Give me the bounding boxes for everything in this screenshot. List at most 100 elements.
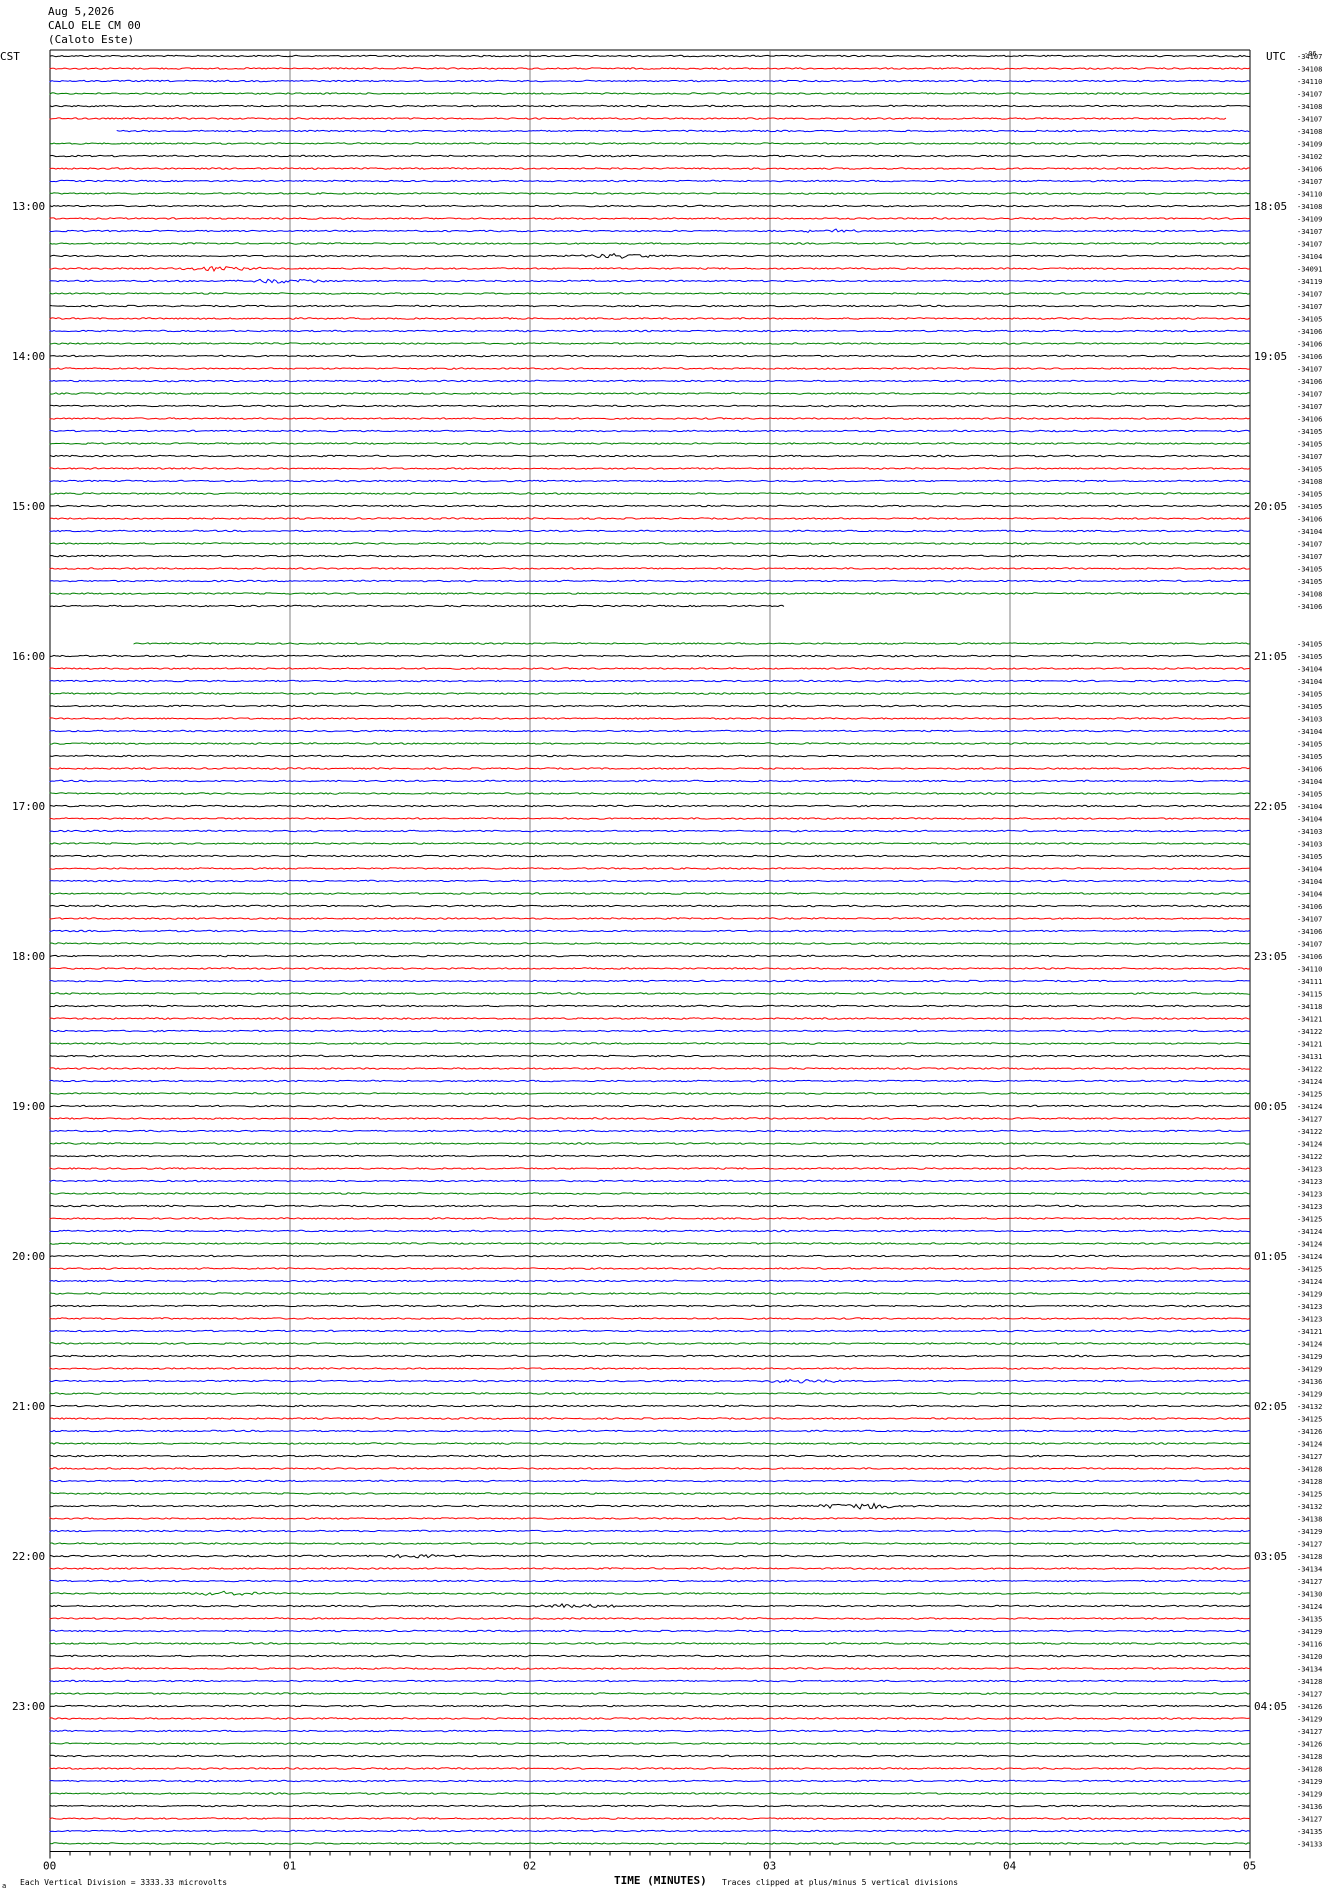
row-offset-label: -34107	[1297, 553, 1322, 561]
row-offset-label: -34106	[1297, 516, 1322, 524]
row-offset-label: -34104	[1297, 816, 1322, 824]
helicorder-plot: 00 01 02 03 04 05 -34107 -34108 -34110 -34107 -341…	[0, 49, 1322, 1890]
left-hour-label: 16:00	[12, 650, 45, 663]
left-hour-label: 13:00	[12, 200, 45, 213]
trace-row	[49, 1704, 1251, 1708]
x-tick-label: 01	[283, 1860, 296, 1873]
trace-row	[49, 717, 1250, 720]
row-offset-label: -34124	[1297, 1253, 1322, 1261]
trace-row	[49, 1590, 1251, 1596]
trace-row	[49, 804, 1251, 808]
trace-row	[133, 642, 1251, 645]
traces	[49, 54, 1251, 1845]
row-offset-label: -34126	[1297, 1703, 1322, 1711]
row-offset-label: -34129	[1297, 1353, 1322, 1361]
trace-row	[49, 1392, 1251, 1395]
right-hour-label: 04:05	[1254, 1700, 1287, 1713]
trace-row	[49, 265, 1251, 272]
row-offset-label: -34123	[1297, 1191, 1322, 1199]
trace-row	[49, 1417, 1251, 1420]
row-offset-label: -34108	[1297, 128, 1322, 136]
row-offset-label: -34122	[1297, 1028, 1322, 1036]
trace-row	[49, 1067, 1251, 1070]
right-hour-label: 02:05	[1254, 1400, 1287, 1413]
x-tick-label: 05	[1243, 1860, 1256, 1873]
row-offset-label: -34107	[1297, 303, 1322, 311]
trace-row	[49, 1167, 1251, 1170]
trace-row	[49, 79, 1251, 83]
trace-row	[49, 1317, 1251, 1320]
row-offset-label: -34107	[1297, 291, 1322, 299]
row-offset-label: -34124	[1297, 1341, 1322, 1349]
row-offset-label: -34104	[1297, 803, 1322, 811]
right-hour-label: 20:05	[1254, 500, 1287, 513]
row-offset-label: -34126	[1297, 1741, 1322, 1749]
trace-row	[49, 729, 1251, 733]
x-axis-title: TIME (MINUTES)	[614, 1874, 707, 1887]
trace-row	[49, 1079, 1251, 1083]
trace-row	[49, 217, 1251, 220]
row-offset-label: -34103	[1297, 716, 1322, 724]
left-hour-label: 15:00	[12, 500, 45, 513]
trace-row	[49, 317, 1251, 320]
right-hour-label: 19:05	[1254, 350, 1287, 363]
trace-row	[49, 917, 1251, 920]
left-hour-label: 23:00	[12, 1700, 45, 1713]
row-offset-label: -34125	[1297, 1266, 1322, 1274]
row-offset-label: -34129	[1297, 1366, 1322, 1374]
left-hour-label: 14:00	[12, 350, 45, 363]
labels: 00 01 02 03 04 05 -34107 -34108 -34110 -34107 -341…	[12, 53, 1322, 1873]
trace-row	[49, 167, 1251, 170]
footer-left-note: Each Vertical Division = 3333.33 microvo…	[20, 1878, 227, 1887]
row-offset-label: -34105	[1297, 441, 1322, 449]
row-offset-label: -34128	[1297, 1478, 1322, 1486]
row-offset-label: -34129	[1297, 1628, 1322, 1636]
row-offset-label: -34091	[1297, 266, 1322, 274]
trace-row	[49, 1729, 1251, 1733]
row-offset-label: -34129	[1297, 1716, 1322, 1724]
row-offset-label: -34107	[1297, 941, 1322, 949]
row-offset-label: -34124	[1297, 1141, 1322, 1149]
x-tick-label: 03	[763, 1860, 776, 1873]
trace-row	[49, 1204, 1251, 1208]
trace-row	[49, 1842, 1251, 1845]
row-offset-label: -34105	[1297, 753, 1322, 761]
trace-row	[49, 304, 1251, 308]
trace-row	[49, 517, 1251, 520]
row-offset-label: -34129	[1297, 1391, 1322, 1399]
trace-row	[49, 1754, 1251, 1758]
trace-row	[49, 1242, 1251, 1245]
trace-row	[49, 1829, 1251, 1833]
trace-row	[49, 992, 1251, 995]
trace-row	[49, 1817, 1251, 1820]
row-offset-label: -34129	[1297, 1778, 1322, 1786]
trace-row	[49, 1217, 1251, 1220]
row-offset-label: -34104	[1297, 678, 1322, 686]
left-timezone-label: CST	[0, 50, 20, 63]
right-timezone-label: UTC	[1266, 50, 1286, 63]
trace-row	[49, 742, 1251, 745]
trace-row	[49, 329, 1251, 333]
trace-row	[49, 1617, 1251, 1620]
trace-row	[49, 792, 1251, 795]
trace-row	[49, 1667, 1251, 1670]
row-offset-label: -34108	[1297, 103, 1322, 111]
row-offset-label: -34136	[1297, 1378, 1322, 1386]
row-offset-label: -34127	[1297, 1578, 1322, 1586]
row-offset-label: -34107	[1297, 541, 1322, 549]
row-offset-label: -34106	[1297, 953, 1322, 961]
row-offset-label: -34107	[1297, 178, 1322, 186]
row-offset-label: -34123	[1297, 1178, 1322, 1186]
row-offset-label: -34105	[1297, 503, 1322, 511]
trace-row	[49, 404, 1251, 408]
row-offset-label: -34122	[1297, 1128, 1322, 1136]
trace-row	[49, 879, 1251, 883]
row-offset-label: -34108	[1297, 591, 1322, 599]
trace-row	[49, 1042, 1251, 1045]
trace-row	[49, 1279, 1251, 1283]
row-offset-label: -34105	[1297, 566, 1322, 574]
row-offset-label: -34123	[1297, 1166, 1322, 1174]
trace-row	[49, 1342, 1251, 1345]
row-offset-label: -34105	[1297, 791, 1322, 799]
trace-row	[49, 1679, 1250, 1683]
